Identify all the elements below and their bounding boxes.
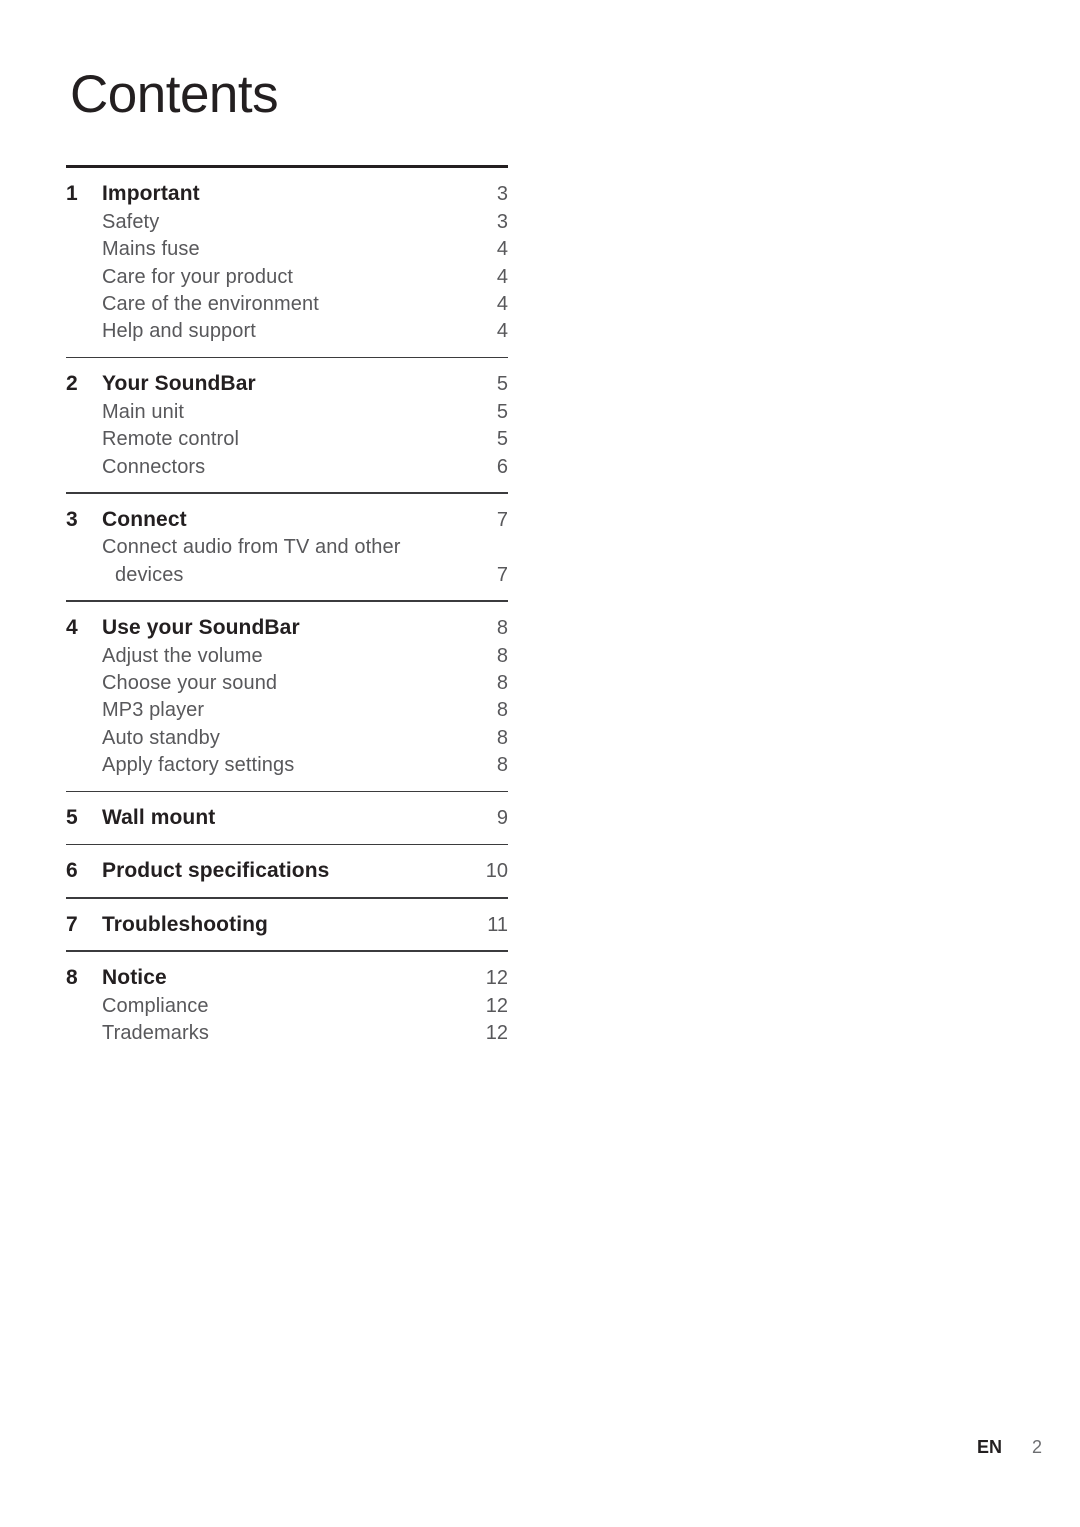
toc-entry-label: Care of the environment [102,292,319,315]
toc-entry[interactable]: devices 7 [66,562,508,588]
toc-entry-label: Remote control [102,428,240,451]
toc-section-title: Connect [102,507,187,531]
toc-entry[interactable]: Remote control 5 [66,426,508,452]
page-title: Contents [70,65,279,124]
toc-section: 5 Wall mount 9 [66,792,508,844]
page-footer: EN 2 [0,1437,1080,1463]
toc-section: 1 Important 3 Safety 3 Mains fuse 4 Care for yo… [66,168,508,357]
toc-entry-page-number: 8 [496,699,508,722]
toc-entry[interactable]: Connectors 6 [66,454,508,480]
toc-section-title: Use your SoundBar [102,615,300,639]
toc-entry[interactable]: Connect audio from TV and other [66,534,508,560]
toc-section-heading[interactable]: 1 Important 3 [66,180,508,208]
toc-section-list: 1 Important 3 Safety 3 Mains fuse 4 Care for yo… [66,168,508,1059]
toc-entry-label: Choose your sound [102,671,278,694]
toc-entry-page-number: 6 [496,455,508,478]
toc-entry-label: devices [115,563,184,586]
toc-entry-label: Mains fuse [102,238,200,261]
toc-entry[interactable]: Care of the environment 4 [66,291,508,317]
toc-entry-page-number: 8 [496,644,508,667]
toc-section-number: 8 [66,966,78,990]
toc-section: 7 Troubleshooting 11 [66,899,508,951]
toc-entry-label: Main unit [102,400,185,423]
toc-entry-page-number: 4 [496,320,508,343]
toc-entry[interactable]: Auto standby 8 [66,725,508,751]
toc-entry[interactable]: Adjust the volume 8 [66,643,508,669]
toc-entry-page-number: 5 [496,428,508,451]
toc-entry-label: Compliance [102,994,209,1017]
toc-entry-label: Trademarks [102,1022,209,1045]
toc-entry-label: Help and support [102,320,256,343]
toc-entry-page-number: 4 [496,292,508,315]
toc-section-page-number: 3 [496,183,508,205]
toc-section-title: Your SoundBar [102,372,256,396]
toc-section-heading[interactable]: 5 Wall mount 9 [66,804,508,832]
toc-section-number: 3 [66,507,78,531]
toc-entry[interactable]: Safety 3 [66,209,508,235]
toc-section-title: Troubleshooting [102,912,268,936]
toc-entry[interactable]: Mains fuse 4 [66,236,508,262]
toc-section-page-number: 5 [496,373,508,396]
toc-section-heading[interactable]: 4 Use your SoundBar 8 [66,614,508,642]
toc-entry-label: Care for your product [102,265,294,288]
toc-entry[interactable]: Care for your product 4 [66,264,508,290]
toc-section-number: 7 [66,912,78,936]
toc-section-number: 5 [66,806,78,830]
toc-section-heading[interactable]: 8 Notice 12 [66,964,508,992]
toc-section-heading[interactable]: 3 Connect 7 [66,506,508,534]
toc-section-page-number: 11 [487,913,508,936]
toc-section-heading[interactable]: 6 Product specifications 10 [66,857,508,885]
toc-entry-page-number: 3 [496,210,508,233]
toc-section-page-number: 12 [485,967,508,990]
footer-page-number: 2 [1031,1437,1042,1457]
toc-section-page-number: 10 [485,860,508,883]
toc-section-page-number: 7 [496,508,508,531]
toc-entry-page-number: 5 [496,400,508,423]
toc-entry-page-number: 4 [496,265,508,288]
toc-entry[interactable]: Trademarks 12 [66,1020,508,1046]
toc-entry[interactable]: Compliance 12 [66,993,508,1019]
toc-section-page-number: 9 [496,807,508,830]
toc-entry-page-number: 7 [496,563,508,586]
toc-section-number: 1 [66,182,78,205]
toc-entry-label: Apply factory settings [102,754,295,777]
table-of-contents: 1 Important 3 Safety 3 Mains fuse 4 Care for yo… [66,165,508,1059]
toc-section-title: Important [102,182,200,205]
toc-entry-label: Adjust the volume [102,644,263,667]
toc-entry-page-number: 8 [496,754,508,777]
document-page: Contents 1 Important 3 Safety 3 Mains fuse 4 Ca… [0,0,1080,1527]
toc-section-page-number: 8 [496,616,508,639]
toc-entry-page-number: 8 [496,726,508,749]
toc-entry-page-number: 12 [485,1022,508,1045]
toc-section: 6 Product specifications 10 [66,845,508,897]
toc-section-number: 4 [66,615,78,639]
toc-entry-label: Connectors [102,455,206,478]
toc-section-number: 6 [66,859,78,883]
toc-entry-label: MP3 player [102,699,205,722]
toc-section: 8 Notice 12 Compliance 12 Trademarks 12 [66,952,508,1059]
toc-section: 3 Connect 7 Connect audio from TV and other… [66,494,508,601]
toc-entry[interactable]: MP3 player 8 [66,697,508,723]
toc-section: 2 Your SoundBar 5 Main unit 5 Remote control 5… [66,358,508,492]
toc-entry[interactable]: Apply factory settings 8 [66,752,508,778]
toc-section-number: 2 [66,372,78,396]
footer-language-code: EN [976,1437,1002,1457]
toc-entry-label: Connect audio from TV and other [102,536,401,559]
toc-entry[interactable]: Help and support 4 [66,318,508,344]
toc-section-title: Wall mount [102,806,216,830]
toc-entry[interactable]: Main unit 5 [66,399,508,425]
toc-section-title: Notice [102,966,167,990]
toc-section-heading[interactable]: 2 Your SoundBar 5 [66,370,508,398]
toc-entry[interactable]: Choose your sound 8 [66,670,508,696]
toc-section-heading[interactable]: 7 Troubleshooting 11 [66,911,508,939]
toc-entry-page-number: 8 [496,671,508,694]
toc-entry-label: Auto standby [102,726,220,749]
toc-section-title: Product specifications [102,859,330,883]
toc-entry-label: Safety [102,210,160,233]
toc-section: 4 Use your SoundBar 8 Adjust the volume 8 Cho… [66,602,508,791]
toc-entry-page-number: 4 [496,238,508,261]
toc-entry-page-number: 12 [485,994,508,1017]
